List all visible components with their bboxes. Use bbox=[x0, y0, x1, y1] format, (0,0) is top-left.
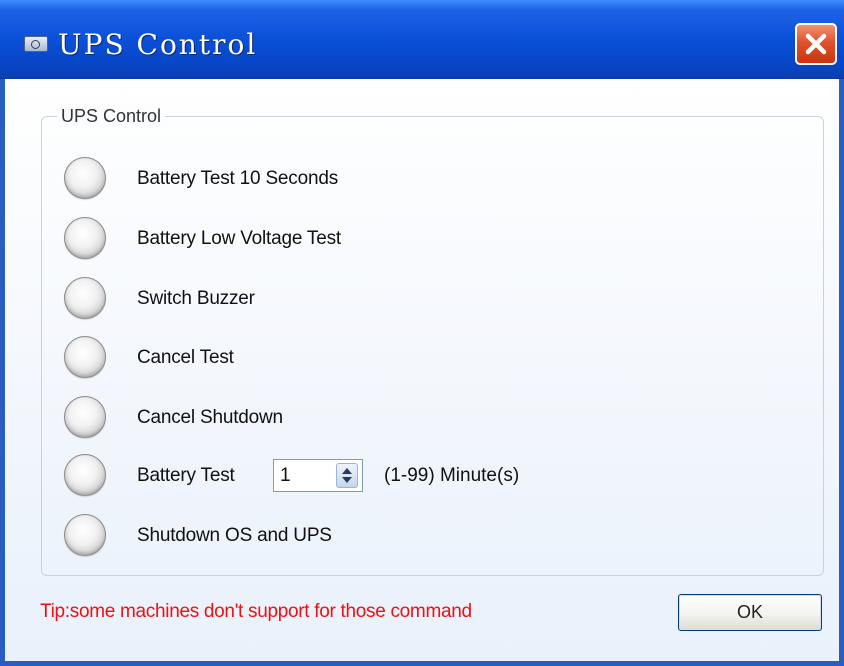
tip-text: Tip:some machines don't support for thos… bbox=[40, 601, 472, 622]
ups-control-group: UPS Control Battery Test 10 Seconds Batt… bbox=[41, 106, 824, 576]
option-label: Shutdown OS and UPS bbox=[137, 525, 332, 546]
option-label: Battery Low Voltage Test bbox=[137, 228, 341, 249]
option-label: Switch Buzzer bbox=[137, 288, 255, 309]
minutes-range-label: (1-99) Minute(s) bbox=[384, 465, 520, 486]
minutes-input[interactable] bbox=[276, 462, 332, 489]
group-legend: UPS Control bbox=[57, 106, 166, 127]
dialog-body: UPS Control Battery Test 10 Seconds Batt… bbox=[5, 79, 839, 661]
title-bar[interactable]: UPS Control bbox=[0, 0, 844, 79]
spinner-updown-icon bbox=[342, 468, 352, 483]
window-title: UPS Control bbox=[58, 28, 258, 61]
option-cancel-shutdown[interactable]: Cancel Shutdown bbox=[64, 396, 804, 440]
minutes-spinbox[interactable] bbox=[273, 459, 363, 492]
minutes-spinner-button[interactable] bbox=[336, 463, 358, 488]
close-button[interactable] bbox=[795, 23, 837, 65]
option-cancel-test[interactable]: Cancel Test bbox=[64, 336, 804, 380]
option-battery-low-voltage-test[interactable]: Battery Low Voltage Test bbox=[64, 217, 804, 261]
ups-control-window: UPS Control UPS Control Battery Test 10 … bbox=[0, 0, 844, 666]
radio-cancel-shutdown[interactable] bbox=[64, 396, 106, 438]
option-battery-test-minutes[interactable]: Battery Test (1-99) Minute(s) bbox=[64, 454, 804, 498]
option-label: Cancel Shutdown bbox=[137, 407, 283, 428]
option-switch-buzzer[interactable]: Switch Buzzer bbox=[64, 277, 804, 321]
option-shutdown-os-and-ups[interactable]: Shutdown OS and UPS bbox=[64, 514, 804, 558]
option-label: Battery Test 10 Seconds bbox=[137, 168, 339, 189]
radio-switch-buzzer[interactable] bbox=[64, 277, 106, 319]
radio-battery-test-10-seconds[interactable] bbox=[64, 157, 106, 199]
radio-battery-low-voltage-test[interactable] bbox=[64, 217, 106, 259]
option-label: Battery Test bbox=[137, 465, 235, 486]
ok-button[interactable]: OK bbox=[678, 594, 822, 631]
radio-cancel-test[interactable] bbox=[64, 336, 106, 378]
radio-shutdown-os-and-ups[interactable] bbox=[64, 514, 106, 556]
option-label: Cancel Test bbox=[137, 347, 234, 368]
option-battery-test-10-seconds[interactable]: Battery Test 10 Seconds bbox=[64, 157, 804, 201]
window-app-icon bbox=[24, 36, 48, 52]
radio-battery-test-minutes[interactable] bbox=[64, 454, 106, 496]
close-icon bbox=[805, 33, 827, 55]
